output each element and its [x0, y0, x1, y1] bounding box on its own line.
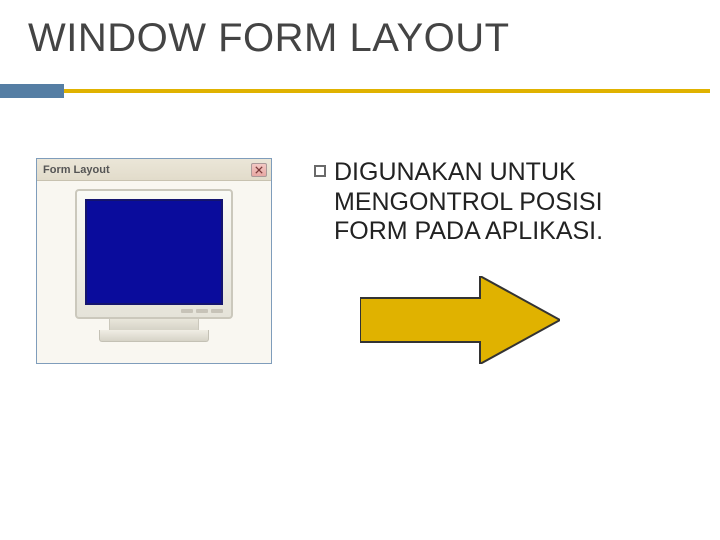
slide: WINDOW FORM LAYOUT Form Layout DI: [0, 0, 720, 540]
slide-title: WINDOW FORM LAYOUT: [28, 16, 510, 61]
bullet-square-icon: [314, 165, 326, 177]
window-title-label: Form Layout: [43, 164, 247, 176]
monitor-graphic: [75, 189, 233, 357]
bullet-item: DIGUNAKAN UNTUK MENGONTROL POSISI FORM P…: [314, 158, 680, 247]
underline-accent-block: [0, 84, 64, 98]
form-layout-window: Form Layout: [36, 158, 272, 364]
monitor-screen: [85, 199, 223, 305]
close-icon[interactable]: [251, 163, 267, 177]
monitor-buttons: [85, 309, 223, 315]
window-titlebar: Form Layout: [37, 159, 271, 181]
bullet-list: DIGUNAKAN UNTUK MENGONTROL POSISI FORM P…: [314, 158, 680, 247]
bullet-text: DIGUNAKAN UNTUK MENGONTROL POSISI FORM P…: [334, 158, 680, 247]
monitor-case: [75, 189, 233, 319]
window-body: [37, 181, 271, 363]
monitor-base: [99, 330, 209, 342]
underline-bar: [64, 89, 710, 93]
arrow-graphic: [360, 276, 560, 364]
